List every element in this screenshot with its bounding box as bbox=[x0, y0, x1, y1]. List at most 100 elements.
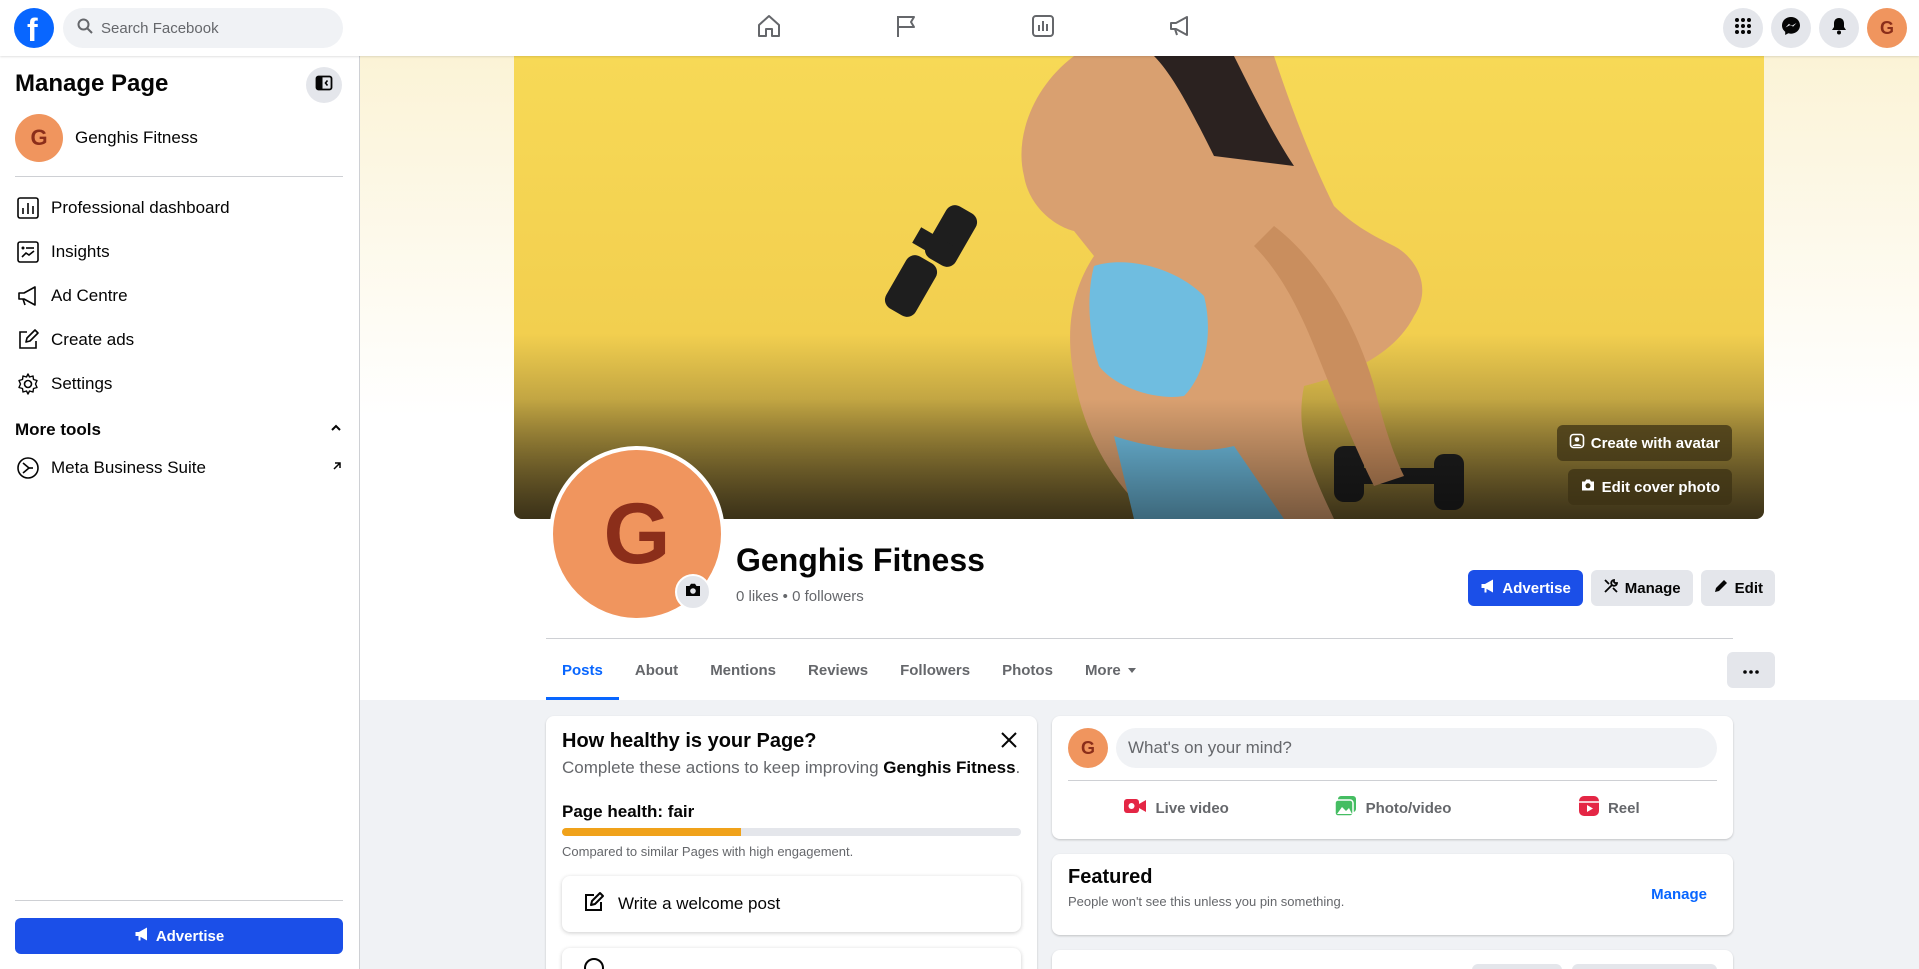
account-avatar[interactable]: G bbox=[1867, 8, 1907, 48]
live-video-button[interactable]: Live video bbox=[1068, 786, 1284, 830]
health-subtitle-suffix: . bbox=[1015, 758, 1021, 777]
featured-manage-button[interactable]: Manage bbox=[1639, 876, 1719, 912]
megaphone-icon bbox=[1167, 13, 1193, 44]
camera-icon bbox=[684, 581, 702, 604]
advertise-label: Advertise bbox=[1502, 579, 1571, 597]
sidebar-item-label: Professional dashboard bbox=[51, 198, 230, 217]
tab-followers[interactable]: Followers bbox=[884, 640, 986, 700]
messenger-button[interactable] bbox=[1771, 8, 1811, 48]
close-health-card-button[interactable] bbox=[991, 724, 1027, 760]
more-options-button[interactable] bbox=[1727, 652, 1775, 688]
task-label: Write a welcome post bbox=[618, 894, 781, 913]
sidebar-item-insights[interactable]: Insights bbox=[15, 230, 343, 274]
close-icon bbox=[1000, 731, 1018, 754]
nav-pages[interactable] bbox=[837, 0, 974, 56]
create-with-avatar-button[interactable]: Create with avatar bbox=[1556, 425, 1732, 461]
composer-avatar[interactable]: G bbox=[1068, 728, 1108, 768]
menu-grid-icon bbox=[1733, 16, 1753, 41]
tabs-divider bbox=[546, 638, 1733, 639]
main-nav bbox=[700, 0, 1248, 56]
health-subtitle-page: Genghis Fitness bbox=[883, 758, 1016, 777]
next-card-button[interactable] bbox=[1472, 964, 1562, 969]
notifications-button[interactable] bbox=[1819, 8, 1859, 48]
photo-icon bbox=[1333, 795, 1358, 821]
megaphone-icon bbox=[134, 926, 150, 946]
update-profile-picture-button[interactable] bbox=[675, 574, 711, 610]
tab-photos[interactable]: Photos bbox=[986, 640, 1069, 700]
facebook-logo-icon[interactable]: f bbox=[14, 8, 54, 48]
sidebar-item-ad-centre[interactable]: Ad Centre bbox=[15, 274, 343, 318]
ellipsis-icon bbox=[1743, 661, 1759, 679]
sidebar-advertise-button[interactable]: Advertise bbox=[15, 918, 343, 954]
featured-card: Featured People won't see this unless yo… bbox=[1052, 854, 1733, 935]
composer-actions: Live video Photo/video Reel bbox=[1068, 786, 1717, 830]
reel-button[interactable]: Reel bbox=[1501, 786, 1717, 830]
manage-label: Manage bbox=[1624, 579, 1681, 597]
page-avatar: G bbox=[15, 114, 63, 162]
health-progress-bar bbox=[562, 828, 1021, 836]
edit-icon bbox=[15, 327, 41, 353]
tab-posts[interactable]: Posts bbox=[546, 640, 619, 700]
chevron-up-icon bbox=[329, 421, 343, 440]
top-bar: f G bbox=[0, 0, 1919, 56]
next-task[interactable] bbox=[562, 948, 1021, 969]
menu-button[interactable] bbox=[1723, 8, 1763, 48]
sidebar-item-settings[interactable]: Settings bbox=[15, 362, 343, 406]
sidebar-item-professional-dashboard[interactable]: Professional dashboard bbox=[15, 186, 343, 230]
write-welcome-post-task[interactable]: Write a welcome post bbox=[562, 876, 1021, 932]
page-stats[interactable]: 0 likes • 0 followers bbox=[736, 588, 864, 605]
edit-button[interactable]: Edit bbox=[1700, 570, 1775, 606]
sidebar-item-create-ads[interactable]: Create ads bbox=[15, 318, 343, 362]
health-subtitle-prefix: Complete these actions to keep improving bbox=[562, 758, 879, 777]
photo-video-button[interactable]: Photo/video bbox=[1284, 786, 1500, 830]
health-subtitle: Complete these actions to keep improving… bbox=[562, 758, 1020, 778]
cover-photo[interactable]: Create with avatar Edit cover photo bbox=[514, 56, 1764, 519]
svg-text:f: f bbox=[27, 12, 38, 48]
dashboard-icon bbox=[15, 195, 41, 221]
edit-cover-photo-button[interactable]: Edit cover photo bbox=[1567, 469, 1732, 505]
create-avatar-label: Create with avatar bbox=[1590, 434, 1720, 452]
edit-cover-label: Edit cover photo bbox=[1601, 478, 1720, 496]
tab-more-label: More bbox=[1084, 661, 1121, 679]
sidebar-item-label: Create ads bbox=[51, 330, 135, 349]
tab-mentions[interactable]: Mentions bbox=[694, 640, 792, 700]
nav-home[interactable] bbox=[700, 0, 837, 56]
collapse-sidebar-button[interactable] bbox=[306, 67, 342, 103]
nav-insights[interactable] bbox=[974, 0, 1111, 56]
megaphone-icon bbox=[1480, 578, 1496, 598]
insights-icon bbox=[1030, 13, 1056, 44]
composer-input[interactable] bbox=[1116, 728, 1717, 768]
health-status-label: Page health: fair bbox=[562, 802, 695, 821]
advertise-label: Advertise bbox=[155, 927, 225, 945]
manage-button[interactable]: Manage bbox=[1590, 570, 1693, 606]
search-input[interactable] bbox=[101, 19, 321, 37]
megaphone-icon bbox=[15, 283, 41, 309]
nav-ads[interactable] bbox=[1111, 0, 1248, 56]
pencil-icon bbox=[1713, 578, 1729, 598]
tab-about[interactable]: About bbox=[619, 640, 694, 700]
gear-icon bbox=[15, 371, 41, 397]
next-card bbox=[1052, 950, 1733, 969]
notifications-icon bbox=[1829, 16, 1849, 41]
tab-more[interactable]: More bbox=[1069, 640, 1153, 700]
caret-down-icon bbox=[1127, 662, 1137, 679]
external-link-icon bbox=[331, 459, 343, 477]
health-comparison: Compared to similar Pages with high enga… bbox=[562, 844, 854, 859]
task-icon bbox=[582, 954, 606, 969]
page-main: Create with avatar Edit cover photo G Ge… bbox=[360, 56, 1919, 969]
messenger-icon bbox=[1781, 16, 1801, 41]
sidebar-item-meta-business-suite[interactable]: Meta Business Suite bbox=[15, 446, 343, 490]
more-tools-label: More tools bbox=[15, 420, 101, 439]
advertise-button[interactable]: Advertise bbox=[1468, 570, 1583, 606]
sidebar-page-profile[interactable]: G Genghis Fitness bbox=[15, 114, 198, 162]
more-tools-header[interactable]: More tools bbox=[15, 420, 343, 440]
live-video-icon bbox=[1123, 796, 1147, 820]
sidebar-page-name: Genghis Fitness bbox=[75, 128, 198, 147]
search-icon bbox=[77, 18, 93, 39]
reel-icon bbox=[1578, 795, 1600, 821]
search-box[interactable] bbox=[63, 8, 343, 48]
sidebar-title: Manage Page bbox=[15, 70, 169, 97]
health-progress-fill bbox=[562, 828, 741, 836]
next-card-button[interactable] bbox=[1572, 964, 1717, 969]
tab-reviews[interactable]: Reviews bbox=[792, 640, 884, 700]
